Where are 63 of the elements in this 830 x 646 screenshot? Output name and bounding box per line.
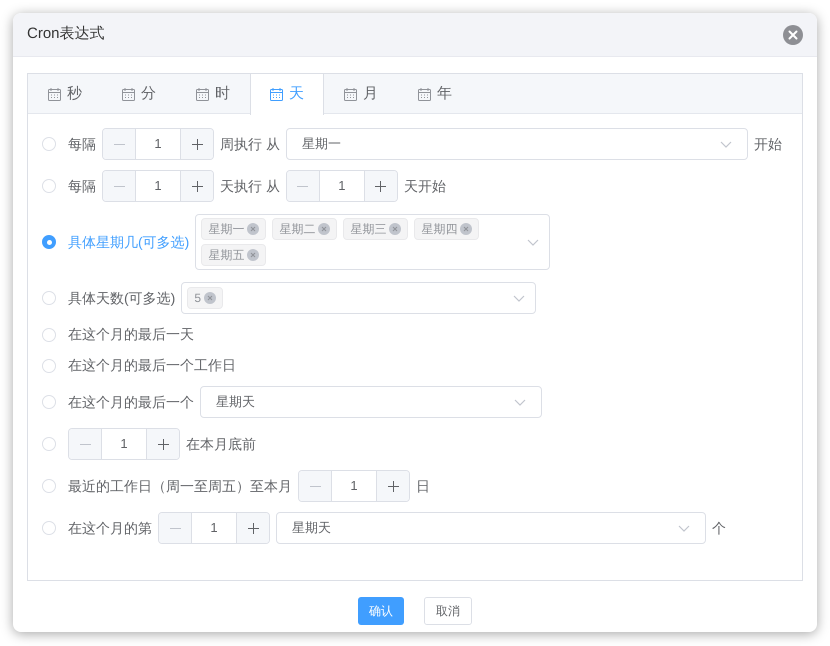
plus-icon[interactable] (375, 180, 386, 192)
option-label: 日 (416, 476, 430, 496)
chevron-down-icon (720, 140, 732, 148)
close-icon[interactable] (247, 223, 260, 235)
plus-icon[interactable] (192, 138, 202, 150)
plus-icon[interactable] (192, 180, 202, 192)
tab[interactable]: 月 (324, 74, 398, 114)
calendar-icon (196, 88, 209, 100)
radio-button[interactable] (42, 235, 56, 249)
number-stepper[interactable]: 1 (298, 470, 410, 502)
tab[interactable]: 分 (102, 74, 176, 114)
tab[interactable]: 年 (398, 74, 472, 114)
plus-icon[interactable] (248, 522, 258, 534)
number-value[interactable]: 1 (320, 171, 364, 201)
close-icon[interactable] (389, 223, 402, 235)
number-value[interactable]: 1 (102, 429, 146, 459)
close-icon[interactable] (318, 223, 330, 235)
option-label: 个 (712, 518, 726, 538)
option-label: 开始 (754, 134, 782, 154)
number-stepper[interactable]: 1 (68, 428, 180, 460)
option-label: 具体天数(可多选) (68, 288, 176, 308)
number-stepper[interactable]: 1 (286, 170, 398, 202)
option-label: 天执行 从 (220, 176, 280, 196)
option-label: 在这个月的最后一个工作日 (68, 356, 236, 375)
tab[interactable]: 时 (176, 74, 250, 114)
select-field[interactable]: 星期天 (276, 512, 706, 544)
dialog-title: Cron表达式 (27, 24, 105, 44)
select-field[interactable]: 星期天 (200, 386, 542, 418)
close-icon[interactable] (204, 292, 216, 304)
calendar-icon (418, 88, 431, 100)
chevron-down-icon (678, 524, 690, 532)
number-stepper[interactable]: 1 (158, 512, 270, 544)
close-icon[interactable] (247, 249, 260, 261)
close-icon[interactable] (460, 223, 472, 235)
option-label: 在本月底前 (186, 434, 256, 454)
cancel-button[interactable]: 取消 (424, 597, 472, 625)
chevron-down-icon (527, 238, 540, 246)
option-label: 在这个月的第 (68, 518, 152, 538)
calendar-icon (48, 88, 61, 100)
option-label: 在这个月的最后一天 (68, 325, 194, 344)
close-icon[interactable] (783, 24, 803, 44)
calendar-icon (344, 88, 357, 100)
plus-icon[interactable] (388, 480, 398, 492)
option-label: 每隔 (68, 134, 96, 154)
option-label: 每隔 (68, 176, 96, 196)
option-label: 具体星期几(可多选) (68, 232, 190, 252)
calendar-icon (122, 88, 135, 100)
chevron-down-icon (514, 398, 526, 406)
tab[interactable]: 秒 (28, 74, 102, 114)
number-value[interactable]: 1 (332, 471, 376, 501)
option-label: 在这个月的最后一个 (68, 392, 194, 412)
option-label: 最近的工作日（周一至周五）至本月 (68, 476, 292, 496)
number-value[interactable]: 1 (136, 171, 180, 201)
calendar-icon (270, 88, 283, 101)
number-stepper[interactable]: 1 (102, 128, 214, 160)
chevron-down-icon (513, 294, 526, 302)
option-label: 周执行 从 (220, 134, 280, 154)
number-value[interactable]: 1 (192, 513, 236, 543)
option-label: 天开始 (404, 176, 446, 196)
plus-icon[interactable] (158, 438, 168, 450)
number-stepper[interactable]: 1 (102, 170, 214, 202)
number-value[interactable]: 1 (136, 129, 180, 159)
select-field[interactable]: 星期一 (286, 128, 748, 160)
